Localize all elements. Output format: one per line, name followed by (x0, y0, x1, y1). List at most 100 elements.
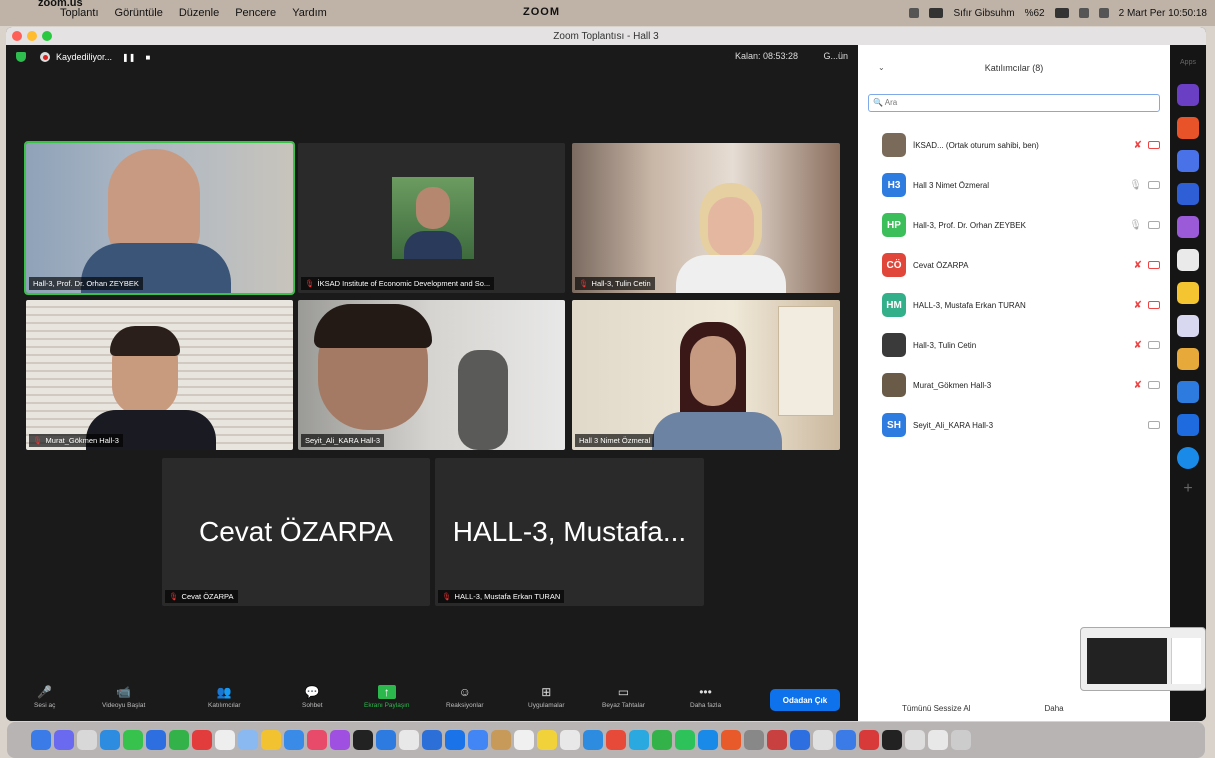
app-icon[interactable] (215, 730, 235, 750)
app-icon[interactable] (284, 730, 304, 750)
start-video-button[interactable]: 📹 Videoyu Başlat (102, 685, 145, 709)
chevron-down-icon[interactable]: ⌄ (878, 63, 885, 72)
video-tile[interactable]: Seyit_Ali_KARA Hall-3 (298, 300, 565, 450)
status-icon[interactable] (909, 8, 920, 18)
mute-all-button[interactable]: Tümünü Sessize Al (902, 704, 970, 713)
video-off-icon[interactable] (1148, 301, 1160, 309)
app-icon[interactable] (1177, 216, 1199, 238)
video-icon[interactable] (1148, 341, 1160, 349)
app-icon[interactable] (146, 730, 166, 750)
app-icon[interactable] (1177, 282, 1199, 304)
timer-app-icon[interactable] (1177, 447, 1199, 469)
app-icon[interactable] (537, 730, 557, 750)
tv-icon[interactable] (353, 730, 373, 750)
menu-window[interactable]: Pencere (227, 7, 284, 19)
podcasts-icon[interactable] (330, 730, 350, 750)
list-item[interactable]: Murat_Gökmen Hall-3 ✘ (858, 365, 1170, 405)
chat-button[interactable]: 💬 Sohbet (302, 685, 323, 709)
list-item[interactable]: CÖ Cevat ÖZARPA ✘ (858, 245, 1170, 285)
app-icon[interactable] (1177, 315, 1199, 337)
video-off-icon[interactable] (1148, 141, 1160, 149)
video-tile[interactable]: 🎙 İKSAD Institute of Economic Development… (298, 143, 565, 293)
app-icon[interactable] (77, 730, 97, 750)
app-icon[interactable] (790, 730, 810, 750)
mic-icon[interactable]: 🎙 (1129, 180, 1142, 191)
app-icon[interactable] (1177, 414, 1199, 436)
app-store-icon[interactable] (698, 730, 718, 750)
video-icon[interactable] (1148, 181, 1160, 189)
video-tile[interactable]: Hall 3 Nimet Özmeral (572, 300, 840, 450)
list-item[interactable]: HP Hall-3, Prof. Dr. Orhan ZEYBEK 🎙 (858, 205, 1170, 245)
folder-icon[interactable] (905, 730, 925, 750)
menu-edit[interactable]: Düzenle (171, 7, 227, 19)
mic-icon[interactable]: 🎙 (1129, 220, 1142, 231)
menu-meeting[interactable]: Toplantı (52, 7, 107, 19)
list-item[interactable]: SH Seyit_Ali_KARA Hall-3 (858, 405, 1170, 445)
video-tile[interactable]: Cevat ÖZARPA 🎙 Cevat ÖZARPA (162, 458, 430, 606)
menu-app[interactable]: zoom.us (30, 0, 83, 19)
share-screen-button[interactable]: ↑ Ekranı Paylaşın (364, 685, 410, 709)
reactions-button[interactable]: ☺ Reaksiyonlar (446, 685, 484, 709)
add-app-icon[interactable]: + (1183, 480, 1192, 498)
app-icon[interactable] (813, 730, 833, 750)
app-icon[interactable] (767, 730, 787, 750)
mic-off-icon[interactable]: ✘ (1134, 300, 1142, 311)
app-icon[interactable] (560, 730, 580, 750)
stop-recording-button[interactable]: ■ (145, 53, 150, 62)
mic-off-icon[interactable]: ✘ (1134, 340, 1142, 351)
app-icon[interactable] (1177, 249, 1199, 271)
app-icon[interactable] (1177, 117, 1199, 139)
mic-off-icon[interactable]: ✘ (1134, 380, 1142, 391)
list-item[interactable]: Hall-3, Tulin Cetin ✘ (858, 325, 1170, 365)
app-icon[interactable] (1177, 150, 1199, 172)
search-icon[interactable] (1098, 8, 1109, 18)
mic-off-icon[interactable]: ✘ (1134, 260, 1142, 271)
app-icon[interactable] (238, 730, 258, 750)
menu-help[interactable]: Yardım (284, 7, 335, 19)
app-icon[interactable] (629, 730, 649, 750)
whiteboards-button[interactable]: ▭ Beyaz Tahtalar (602, 685, 645, 709)
video-icon[interactable] (1148, 421, 1160, 429)
unmute-button[interactable]: 🎤 Sesi aç (34, 685, 55, 709)
menu-view[interactable]: Görüntüle (107, 7, 171, 19)
zoom-status-item[interactable]: ZOOM (523, 6, 560, 18)
participants-button[interactable]: 👥 Katılımcılar (208, 685, 241, 709)
video-tile[interactable]: 🎙 Murat_Gökmen Hall-3 (26, 300, 293, 450)
app-icon[interactable] (1177, 84, 1199, 106)
zoom-icon[interactable] (583, 730, 603, 750)
video-tile[interactable]: Hall-3, Prof. Dr. Orhan ZEYBEK (24, 141, 295, 295)
app-icon[interactable] (399, 730, 419, 750)
calendar-icon[interactable] (514, 730, 534, 750)
launchpad-icon[interactable] (54, 730, 74, 750)
wifi-icon[interactable] (1078, 8, 1089, 18)
app-icon[interactable] (422, 730, 442, 750)
facetime-icon[interactable] (675, 730, 695, 750)
apps-button[interactable]: ⊞ Uygulamalar (528, 685, 565, 709)
app-icon[interactable] (376, 730, 396, 750)
app-icon[interactable] (100, 730, 120, 750)
app-icon[interactable] (1177, 381, 1199, 403)
list-item[interactable]: İKSAD... (Ortak oturum sahibi, ben) ✘ (858, 125, 1170, 165)
list-item[interactable]: H3 Hall 3 Nimet Özmeral 🎙 (858, 165, 1170, 205)
app-icon[interactable] (652, 730, 672, 750)
mic-off-icon[interactable]: ✘ (1134, 140, 1142, 151)
self-view-thumbnail[interactable] (1080, 627, 1206, 691)
video-icon[interactable] (1148, 221, 1160, 229)
chrome-icon[interactable] (468, 730, 488, 750)
app-icon[interactable] (1177, 183, 1199, 205)
app-icon[interactable] (836, 730, 856, 750)
video-tile[interactable]: HALL-3, Mustafa... 🎙 HALL-3, Mustafa Erka… (435, 458, 704, 606)
finder-icon[interactable] (31, 730, 51, 750)
screen-icon[interactable] (929, 8, 944, 18)
app-icon[interactable] (928, 730, 948, 750)
notes-icon[interactable] (261, 730, 281, 750)
app-icon[interactable] (1177, 348, 1199, 370)
pause-recording-button[interactable]: ❚❚ (122, 53, 135, 62)
security-shield-icon[interactable] (16, 52, 26, 62)
search-input[interactable]: 🔍 Ara (868, 94, 1160, 112)
more-options-button[interactable]: Daha (1044, 704, 1063, 713)
view-button[interactable]: G...ün (823, 51, 848, 61)
app-icon[interactable] (192, 730, 212, 750)
app-icon[interactable] (491, 730, 511, 750)
app-icon[interactable] (606, 730, 626, 750)
